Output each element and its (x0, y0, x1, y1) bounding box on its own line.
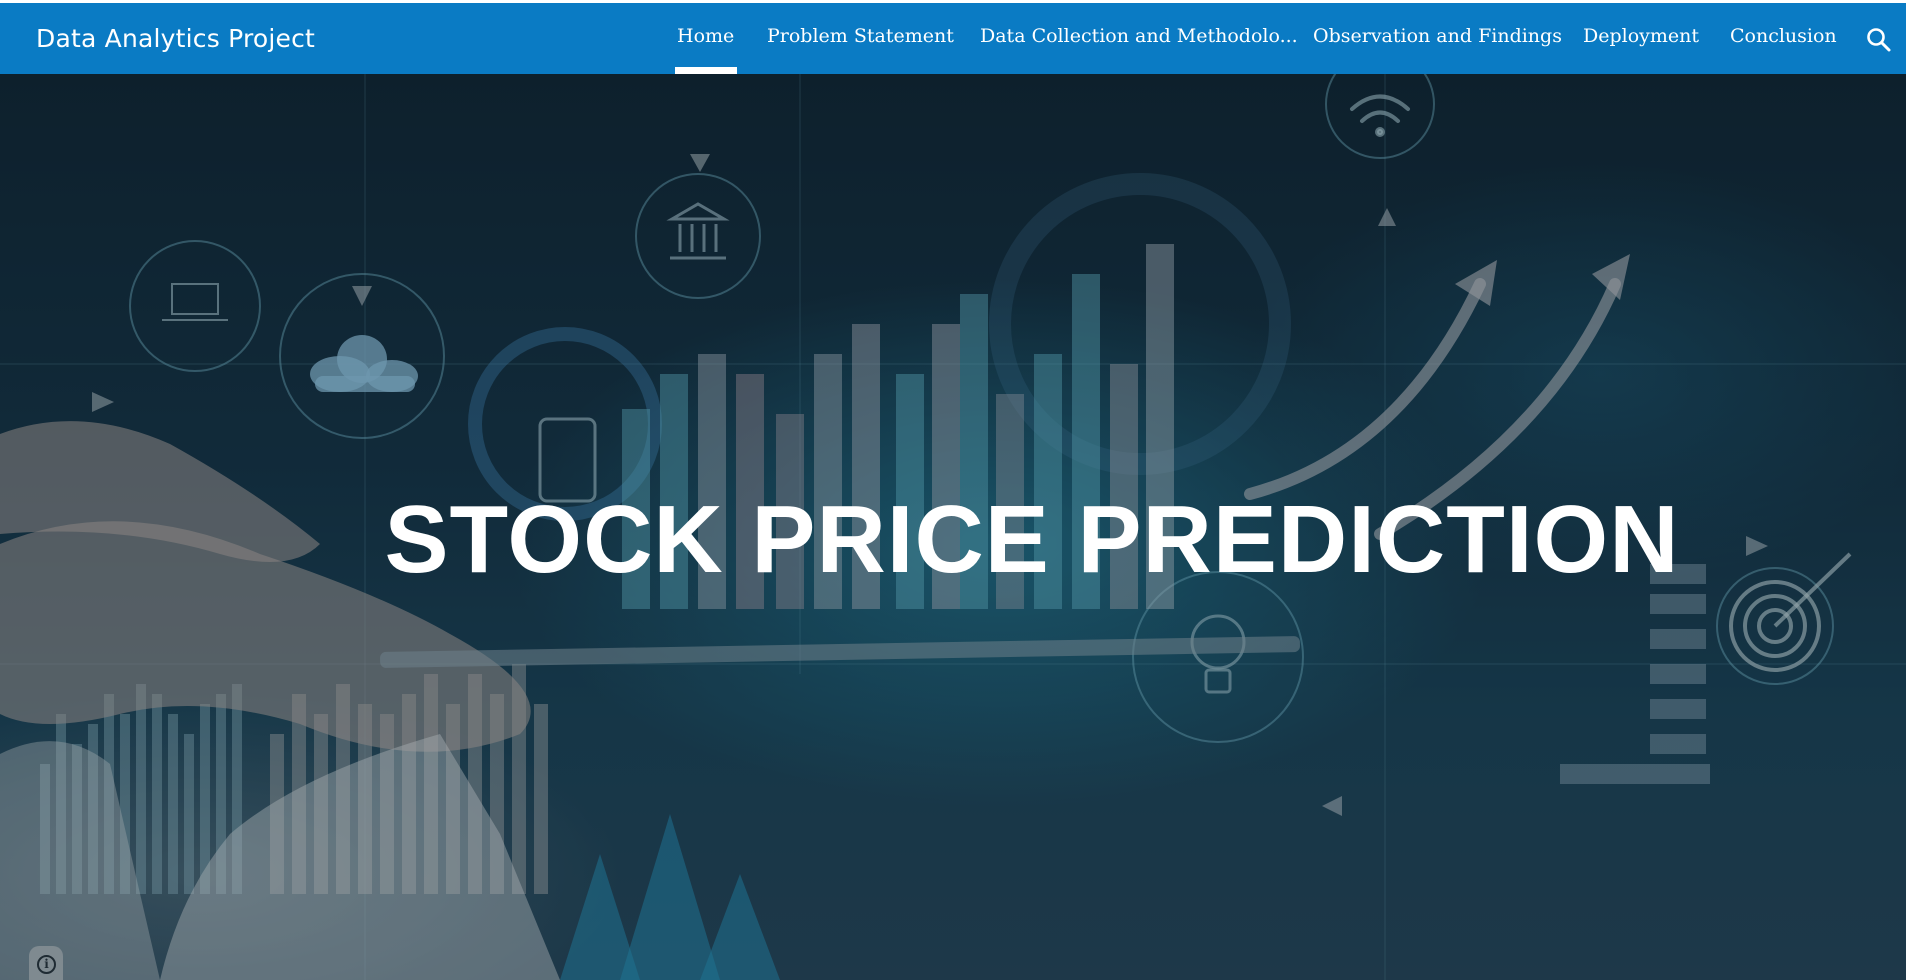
site-title[interactable]: Data Analytics Project (36, 24, 315, 53)
hero-banner: STOCK PRICE PREDICTION (0, 74, 1906, 980)
site-info-button[interactable]: i (29, 946, 63, 980)
info-icon: i (37, 955, 56, 974)
top-navigation-bar: Data Analytics Project Home Problem Stat… (0, 0, 1906, 74)
active-tab-indicator (675, 67, 737, 74)
nav-item-conclusion[interactable]: Conclusion (1730, 25, 1837, 47)
nav-item-home[interactable]: Home (677, 25, 734, 47)
hero-title: STOCK PRICE PREDICTION (384, 486, 1680, 593)
search-icon (1867, 28, 1891, 52)
nav-item-observation-findings[interactable]: Observation and Findings (1313, 25, 1562, 47)
nav-item-data-collection[interactable]: Data Collection and Methodolo... (980, 25, 1298, 47)
search-button[interactable] (1866, 27, 1892, 53)
nav-item-deployment[interactable]: Deployment (1583, 25, 1699, 47)
nav-item-problem-statement[interactable]: Problem Statement (767, 25, 954, 47)
